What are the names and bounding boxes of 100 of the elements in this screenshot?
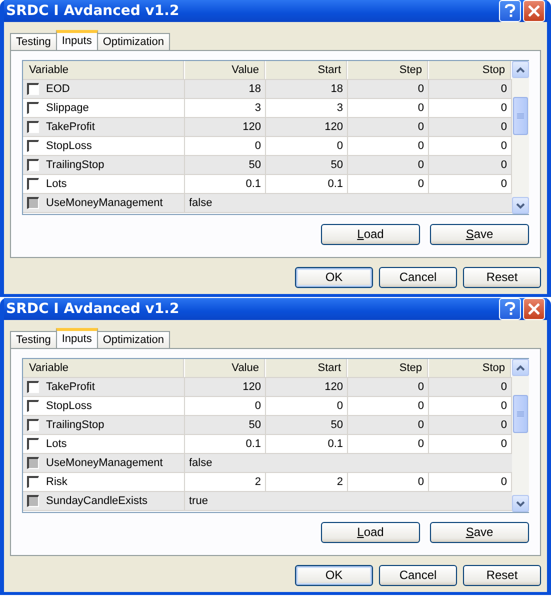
tab[interactable]: Inputs [56,328,98,348]
table-cell-text: false [188,196,214,211]
checkbox[interactable] [27,457,39,469]
table-cell: 0 [348,80,429,98]
window-title: SRDC I Avdanced v1.2 [6,2,180,20]
scroll-down-icon[interactable] [512,495,529,512]
dialog-button[interactable]: OK [295,267,373,288]
column-header[interactable]: Value [185,359,266,377]
close-icon [528,5,540,17]
table-cell: 0 [348,99,429,117]
scroll-thumb[interactable] [513,395,528,433]
dialog-button[interactable]: OK [295,565,373,586]
table-cell: 0 [348,137,429,155]
panel-button[interactable]: Load [321,224,420,245]
help-button[interactable] [499,0,521,22]
variable-name: TrailingStop [46,158,104,173]
table-cell-text: false [188,456,214,471]
scroll-down-icon[interactable] [512,197,529,214]
table-cell: 0.1 [185,175,266,193]
help-button[interactable] [499,298,521,320]
tab[interactable]: Testing [10,33,57,50]
dialog-button[interactable]: Cancel [379,267,457,288]
variable-name: UseMoneyManagement [46,456,163,471]
column-header[interactable]: Step [348,61,429,79]
checkbox[interactable] [27,102,39,114]
checkbox[interactable] [27,197,39,209]
dialog-button[interactable]: Reset [463,565,541,586]
variable-name: Risk [46,474,68,490]
table-cell: 18 [266,80,348,98]
scrollbar[interactable] [512,359,529,512]
checkbox[interactable] [27,476,39,488]
variable-name: UseMoneyManagement [46,196,163,211]
checkbox[interactable] [27,121,39,133]
dialog-button[interactable]: Reset [463,267,541,288]
table-cell: 0 [348,175,429,193]
variable-name: Slippage [46,100,89,116]
table-cell: 50 [266,416,348,434]
variable-name: Lots [46,176,67,192]
checkbox[interactable] [27,83,39,95]
column-header[interactable]: Variable [23,359,185,377]
table-cell: 3 [266,99,348,117]
table-cell: 0 [348,378,429,396]
table-cell: 0 [266,397,348,415]
scroll-up-icon[interactable] [512,61,529,78]
column-header[interactable]: Step [348,359,429,377]
table-cell: 0 [348,473,429,491]
table-cell: 2 [266,473,348,491]
tab[interactable]: Optimization [96,33,170,50]
table-cell: 3 [185,99,266,117]
checkbox[interactable] [27,140,39,152]
dialog-button[interactable]: Cancel [379,565,457,586]
variable-name: Lots [46,436,67,452]
table-cell: 120 [266,378,348,396]
variable-name: EOD [46,82,70,97]
checkbox[interactable] [27,178,39,190]
close-button[interactable] [523,0,545,22]
variable-name: TrailingStop [46,418,104,433]
checkbox[interactable] [27,400,39,412]
variable-name: TakeProfit [46,380,95,395]
variable-name: TakeProfit [46,120,95,135]
table-cell: 2 [185,473,266,491]
tab[interactable]: Inputs [56,30,98,50]
table-cell-text: true [188,494,209,509]
checkbox[interactable] [27,159,39,171]
table-cell: 120 [185,378,266,396]
tab[interactable]: Optimization [96,331,170,348]
variable-name: SundayCandleExists [46,494,148,509]
checkbox[interactable] [27,381,39,393]
help-icon [504,302,516,316]
table-cell: 50 [266,156,348,174]
scroll-thumb[interactable] [513,97,528,135]
checkbox[interactable] [27,419,39,431]
variable-name: StopLoss [46,398,92,414]
variable-name: StopLoss [46,138,92,154]
panel-button[interactable]: Save [430,224,529,245]
panel-button[interactable]: Save [430,522,529,543]
table-cell: 0.1 [266,175,348,193]
column-header[interactable]: Start [266,61,348,79]
column-header[interactable]: Start [266,359,348,377]
table-cell: 50 [185,156,266,174]
table-cell: 0 [348,435,429,453]
scroll-up-icon[interactable] [512,359,529,376]
checkbox[interactable] [27,438,39,450]
table-cell: 120 [266,118,348,136]
table-cell: 0.1 [266,435,348,453]
scrollbar[interactable] [512,61,529,214]
table-cell: 18 [185,80,266,98]
checkbox[interactable] [27,495,39,507]
table-cell: 0.1 [185,435,266,453]
panel-button[interactable]: Load [321,522,420,543]
table-cell: 0 [348,156,429,174]
column-header[interactable]: Variable [23,61,185,79]
window-title: SRDC I Avdanced v1.2 [6,300,180,318]
table-cell: 0 [348,416,429,434]
tab[interactable]: Testing [10,331,57,348]
help-icon [504,4,516,18]
table-cell: 120 [185,118,266,136]
close-button[interactable] [523,298,545,320]
table-cell: 50 [185,416,266,434]
column-header[interactable]: Value [185,61,266,79]
